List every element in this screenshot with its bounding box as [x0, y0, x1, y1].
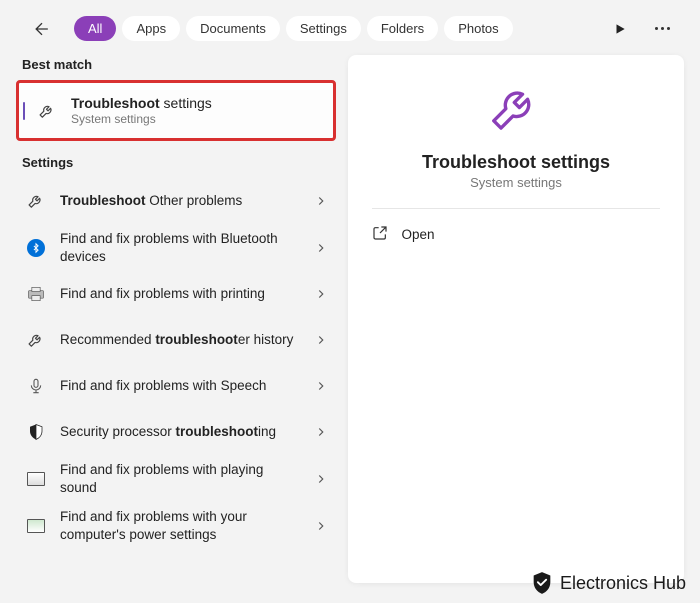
wrench-icon: [487, 79, 545, 142]
bluetooth-icon: [26, 238, 46, 258]
wrench-icon: [26, 330, 46, 350]
result-printing[interactable]: Find and fix problems with printing: [16, 271, 336, 317]
best-match-title: Troubleshoot settings: [71, 95, 323, 111]
result-label: Recommended troubleshooter history: [60, 331, 300, 349]
best-match-result[interactable]: Troubleshoot settings System settings: [16, 80, 336, 141]
chevron-right-icon: [314, 519, 328, 533]
result-label: Find and fix problems with printing: [60, 285, 300, 303]
category-tabs: All Apps Documents Settings Folders Phot…: [74, 16, 613, 41]
monitor-icon: [26, 469, 46, 489]
result-security-processor[interactable]: Security processor troubleshooting: [16, 409, 336, 455]
chevron-right-icon: [314, 472, 328, 486]
best-match-sub: System settings: [71, 112, 323, 126]
chevron-right-icon: [314, 425, 328, 439]
detail-sub: System settings: [470, 175, 562, 190]
open-label: Open: [402, 227, 435, 242]
monitor-icon: [26, 516, 46, 536]
tab-folders[interactable]: Folders: [367, 16, 438, 41]
chevron-right-icon: [314, 287, 328, 301]
watermark-text: Electronics Hub: [560, 573, 686, 594]
divider: [372, 208, 661, 209]
result-label: Security processor troubleshooting: [60, 423, 300, 441]
detail-title: Troubleshoot settings: [422, 152, 610, 173]
result-label: Find and fix problems with playing sound: [60, 461, 300, 496]
tab-all[interactable]: All: [74, 16, 116, 41]
result-playing-sound[interactable]: Find and fix problems with playing sound: [16, 455, 336, 502]
tab-documents[interactable]: Documents: [186, 16, 280, 41]
shield-icon: [26, 422, 46, 442]
result-label: Find and fix problems with Speech: [60, 377, 300, 395]
result-power-settings[interactable]: Find and fix problems with your computer…: [16, 502, 336, 549]
printer-icon: [26, 284, 46, 304]
detail-panel: Troubleshoot settings System settings Op…: [348, 55, 684, 583]
result-label: Find and fix problems with your computer…: [60, 508, 300, 543]
section-header-best-match: Best match: [16, 51, 336, 80]
back-button[interactable]: [30, 17, 54, 41]
chevron-right-icon: [314, 194, 328, 208]
section-header-settings: Settings: [16, 149, 336, 178]
tab-apps[interactable]: Apps: [122, 16, 180, 41]
play-icon[interactable]: [613, 22, 627, 36]
wrench-icon: [26, 191, 46, 211]
open-button[interactable]: Open: [372, 215, 661, 254]
shield-icon: [532, 571, 552, 595]
result-label: Troubleshoot Other problems: [60, 192, 300, 210]
open-icon: [372, 225, 388, 244]
watermark: Electronics Hub: [532, 571, 686, 595]
more-icon[interactable]: [655, 27, 670, 30]
wrench-icon: [37, 102, 57, 120]
result-recommended-history[interactable]: Recommended troubleshooter history: [16, 317, 336, 363]
result-troubleshoot-other[interactable]: Troubleshoot Other problems: [16, 178, 336, 224]
tab-photos[interactable]: Photos: [444, 16, 512, 41]
tab-settings[interactable]: Settings: [286, 16, 361, 41]
result-speech[interactable]: Find and fix problems with Speech: [16, 363, 336, 409]
result-label: Find and fix problems with Bluetooth dev…: [60, 230, 300, 265]
chevron-right-icon: [314, 333, 328, 347]
microphone-icon: [26, 376, 46, 396]
chevron-right-icon: [314, 241, 328, 255]
chevron-right-icon: [314, 379, 328, 393]
result-bluetooth[interactable]: Find and fix problems with Bluetooth dev…: [16, 224, 336, 271]
